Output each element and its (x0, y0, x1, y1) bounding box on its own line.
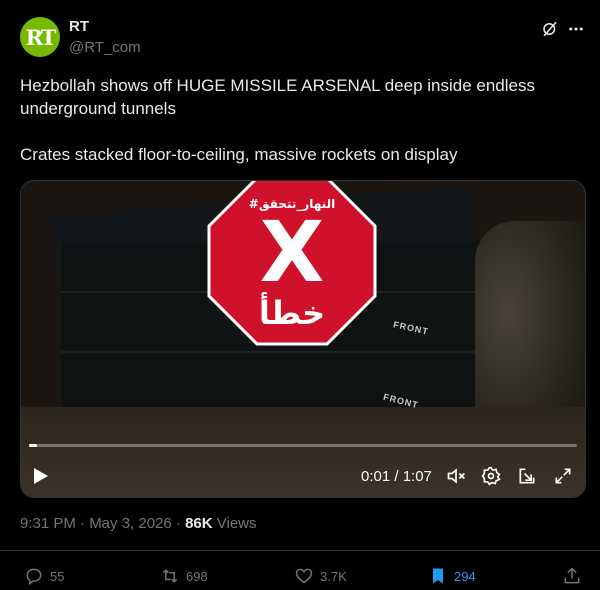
like-button[interactable]: 3.7K (294, 566, 347, 586)
post-timestamp[interactable]: 9:31 PM · May 3, 2026 · (20, 515, 185, 532)
play-icon (34, 468, 48, 484)
more-icon[interactable] (565, 18, 587, 40)
author-name[interactable]: RT (69, 18, 89, 35)
post-card: RT RT @RT_com Hezbollah shows off HUGE M… (0, 0, 600, 590)
reply-icon (26, 568, 42, 585)
repost-button[interactable]: 698 (160, 566, 208, 586)
post-text-line1: Hezbollah shows off HUGE MISSILE ARSENAL… (20, 76, 535, 118)
bookmark-icon (433, 568, 443, 584)
repost-icon (162, 569, 178, 583)
grok-icon[interactable] (539, 18, 561, 40)
like-count: 3.7K (320, 568, 347, 584)
avatar-logo-text: RT (25, 24, 57, 50)
repost-count: 698 (186, 568, 208, 584)
mute-icon (447, 468, 465, 484)
author-avatar[interactable]: RT (20, 17, 60, 57)
view-count: 86K (185, 515, 213, 532)
share-icon (564, 567, 580, 584)
video-time: 0:01 / 1:07 (361, 468, 432, 485)
crate-seam (61, 351, 491, 353)
reply-count: 55 (50, 568, 65, 584)
video-progress-fill (29, 444, 38, 447)
fact-check-false-overlay: #النهار_تتحقق X خطأ (207, 181, 377, 346)
false-mark: X (260, 203, 325, 301)
bookmark-button[interactable]: 294 (428, 566, 476, 586)
post-meta: 9:31 PM · May 3, 2026 · 86K Views (20, 515, 257, 532)
author-handle[interactable]: @RT_com (69, 39, 141, 56)
views-label: Views (212, 515, 257, 532)
pop-out-button[interactable] (516, 465, 538, 487)
video-player[interactable]: FRONT FRONT #النهار_تتحقق X خطأ 0:01 / 1… (20, 180, 586, 498)
false-label: خطأ (259, 292, 325, 332)
heart-icon (295, 568, 313, 584)
play-button[interactable] (33, 465, 55, 487)
fullscreen-button[interactable] (552, 465, 574, 487)
settings-icon (481, 466, 501, 486)
share-button[interactable] (562, 566, 588, 586)
post-text: Hezbollah shows off HUGE MISSILE ARSENAL… (20, 74, 580, 189)
divider (0, 550, 600, 551)
settings-button[interactable] (480, 465, 502, 487)
post-text-line2: Crates stacked floor-to-ceiling, massive… (20, 145, 458, 164)
reply-button[interactable]: 55 (24, 566, 64, 586)
pop-out-icon (519, 468, 535, 484)
bookmark-count: 294 (454, 568, 476, 584)
mute-button[interactable] (445, 465, 467, 487)
video-progress-bar[interactable] (29, 444, 577, 447)
fullscreen-icon (555, 468, 571, 484)
